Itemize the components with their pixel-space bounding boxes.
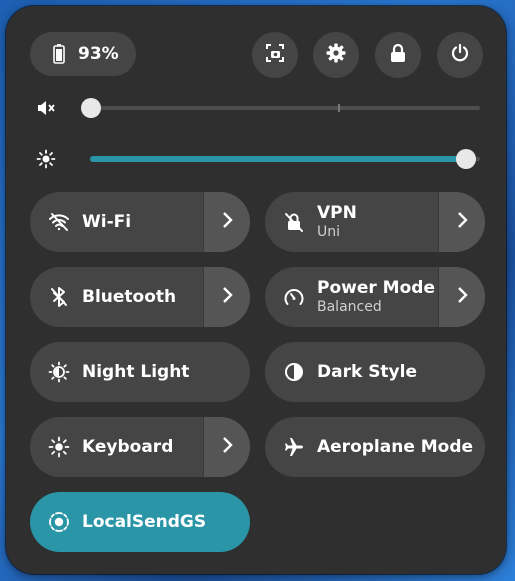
power-mode-subtitle: Balanced [317, 299, 382, 315]
wifi-label: Wi-Fi [82, 212, 132, 232]
brightness-slider-handle[interactable] [456, 149, 476, 169]
night-light-tile[interactable]: Night Light [30, 342, 250, 402]
power-button[interactable] [437, 32, 483, 78]
bluetooth-label: Bluetooth [82, 287, 177, 307]
power-mode-tile[interactable]: Power Mode Balanced [265, 267, 485, 327]
wifi-off-icon [48, 211, 70, 233]
bluetooth-tile[interactable]: Bluetooth [30, 267, 250, 327]
chevron-right-icon [221, 286, 233, 308]
vpn-menu-button[interactable] [438, 192, 485, 252]
localsend-icon [48, 511, 70, 533]
chevron-right-icon [456, 286, 468, 308]
dark-style-tile[interactable]: Dark Style [265, 342, 485, 402]
quick-settings-panel: 93% Wi-Fi VPN Uni Bluetooth Power Mode B… [6, 6, 506, 574]
screenshot-icon [265, 43, 285, 67]
bluetooth-off-icon [48, 286, 70, 308]
power-icon [450, 43, 470, 67]
vpn-icon [283, 211, 305, 233]
lock-button[interactable] [375, 32, 421, 78]
screenshot-button[interactable] [252, 32, 298, 78]
airplane-icon [283, 436, 305, 458]
localsend-tile[interactable]: LocalSendGS [30, 492, 250, 552]
battery-indicator[interactable]: 93% [30, 32, 136, 76]
night-light-icon [48, 361, 70, 383]
wifi-menu-button[interactable] [203, 192, 250, 252]
keyboard-tile[interactable]: Keyboard [30, 417, 250, 477]
keyboard-menu-button[interactable] [203, 417, 250, 477]
volume-slider-handle[interactable] [81, 98, 101, 118]
keyboard-brightness-icon [48, 436, 70, 458]
wifi-tile[interactable]: Wi-Fi [30, 192, 250, 252]
volume-muted-icon[interactable] [36, 98, 56, 118]
aeroplane-mode-tile[interactable]: Aeroplane Mode [265, 417, 485, 477]
gauge-icon [283, 286, 305, 308]
brightness-slider-row [30, 144, 480, 174]
night-light-label: Night Light [82, 362, 190, 382]
localsend-label: LocalSendGS [82, 512, 207, 532]
brightness-fill [90, 156, 470, 162]
battery-percent: 93% [78, 44, 119, 64]
chevron-right-icon [221, 211, 233, 233]
power-mode-menu-button[interactable] [438, 267, 485, 327]
power-mode-label: Power Mode [317, 278, 435, 298]
lock-icon [389, 43, 407, 67]
dark-style-label: Dark Style [317, 362, 417, 382]
chevron-right-icon [221, 436, 233, 458]
vpn-subtitle: Uni [317, 224, 341, 240]
battery-icon [52, 44, 66, 64]
dark-style-icon [283, 361, 305, 383]
keyboard-label: Keyboard [82, 437, 174, 457]
volume-slider-row [30, 93, 480, 123]
brightness-icon [36, 149, 56, 169]
volume-track[interactable] [90, 106, 480, 110]
aeroplane-mode-label: Aeroplane Mode [317, 437, 474, 457]
settings-button[interactable] [313, 32, 359, 78]
chevron-right-icon [456, 211, 468, 233]
gear-icon [326, 43, 346, 67]
vpn-label: VPN [317, 203, 357, 223]
volume-100-marker [338, 104, 340, 112]
bluetooth-menu-button[interactable] [203, 267, 250, 327]
vpn-tile[interactable]: VPN Uni [265, 192, 485, 252]
